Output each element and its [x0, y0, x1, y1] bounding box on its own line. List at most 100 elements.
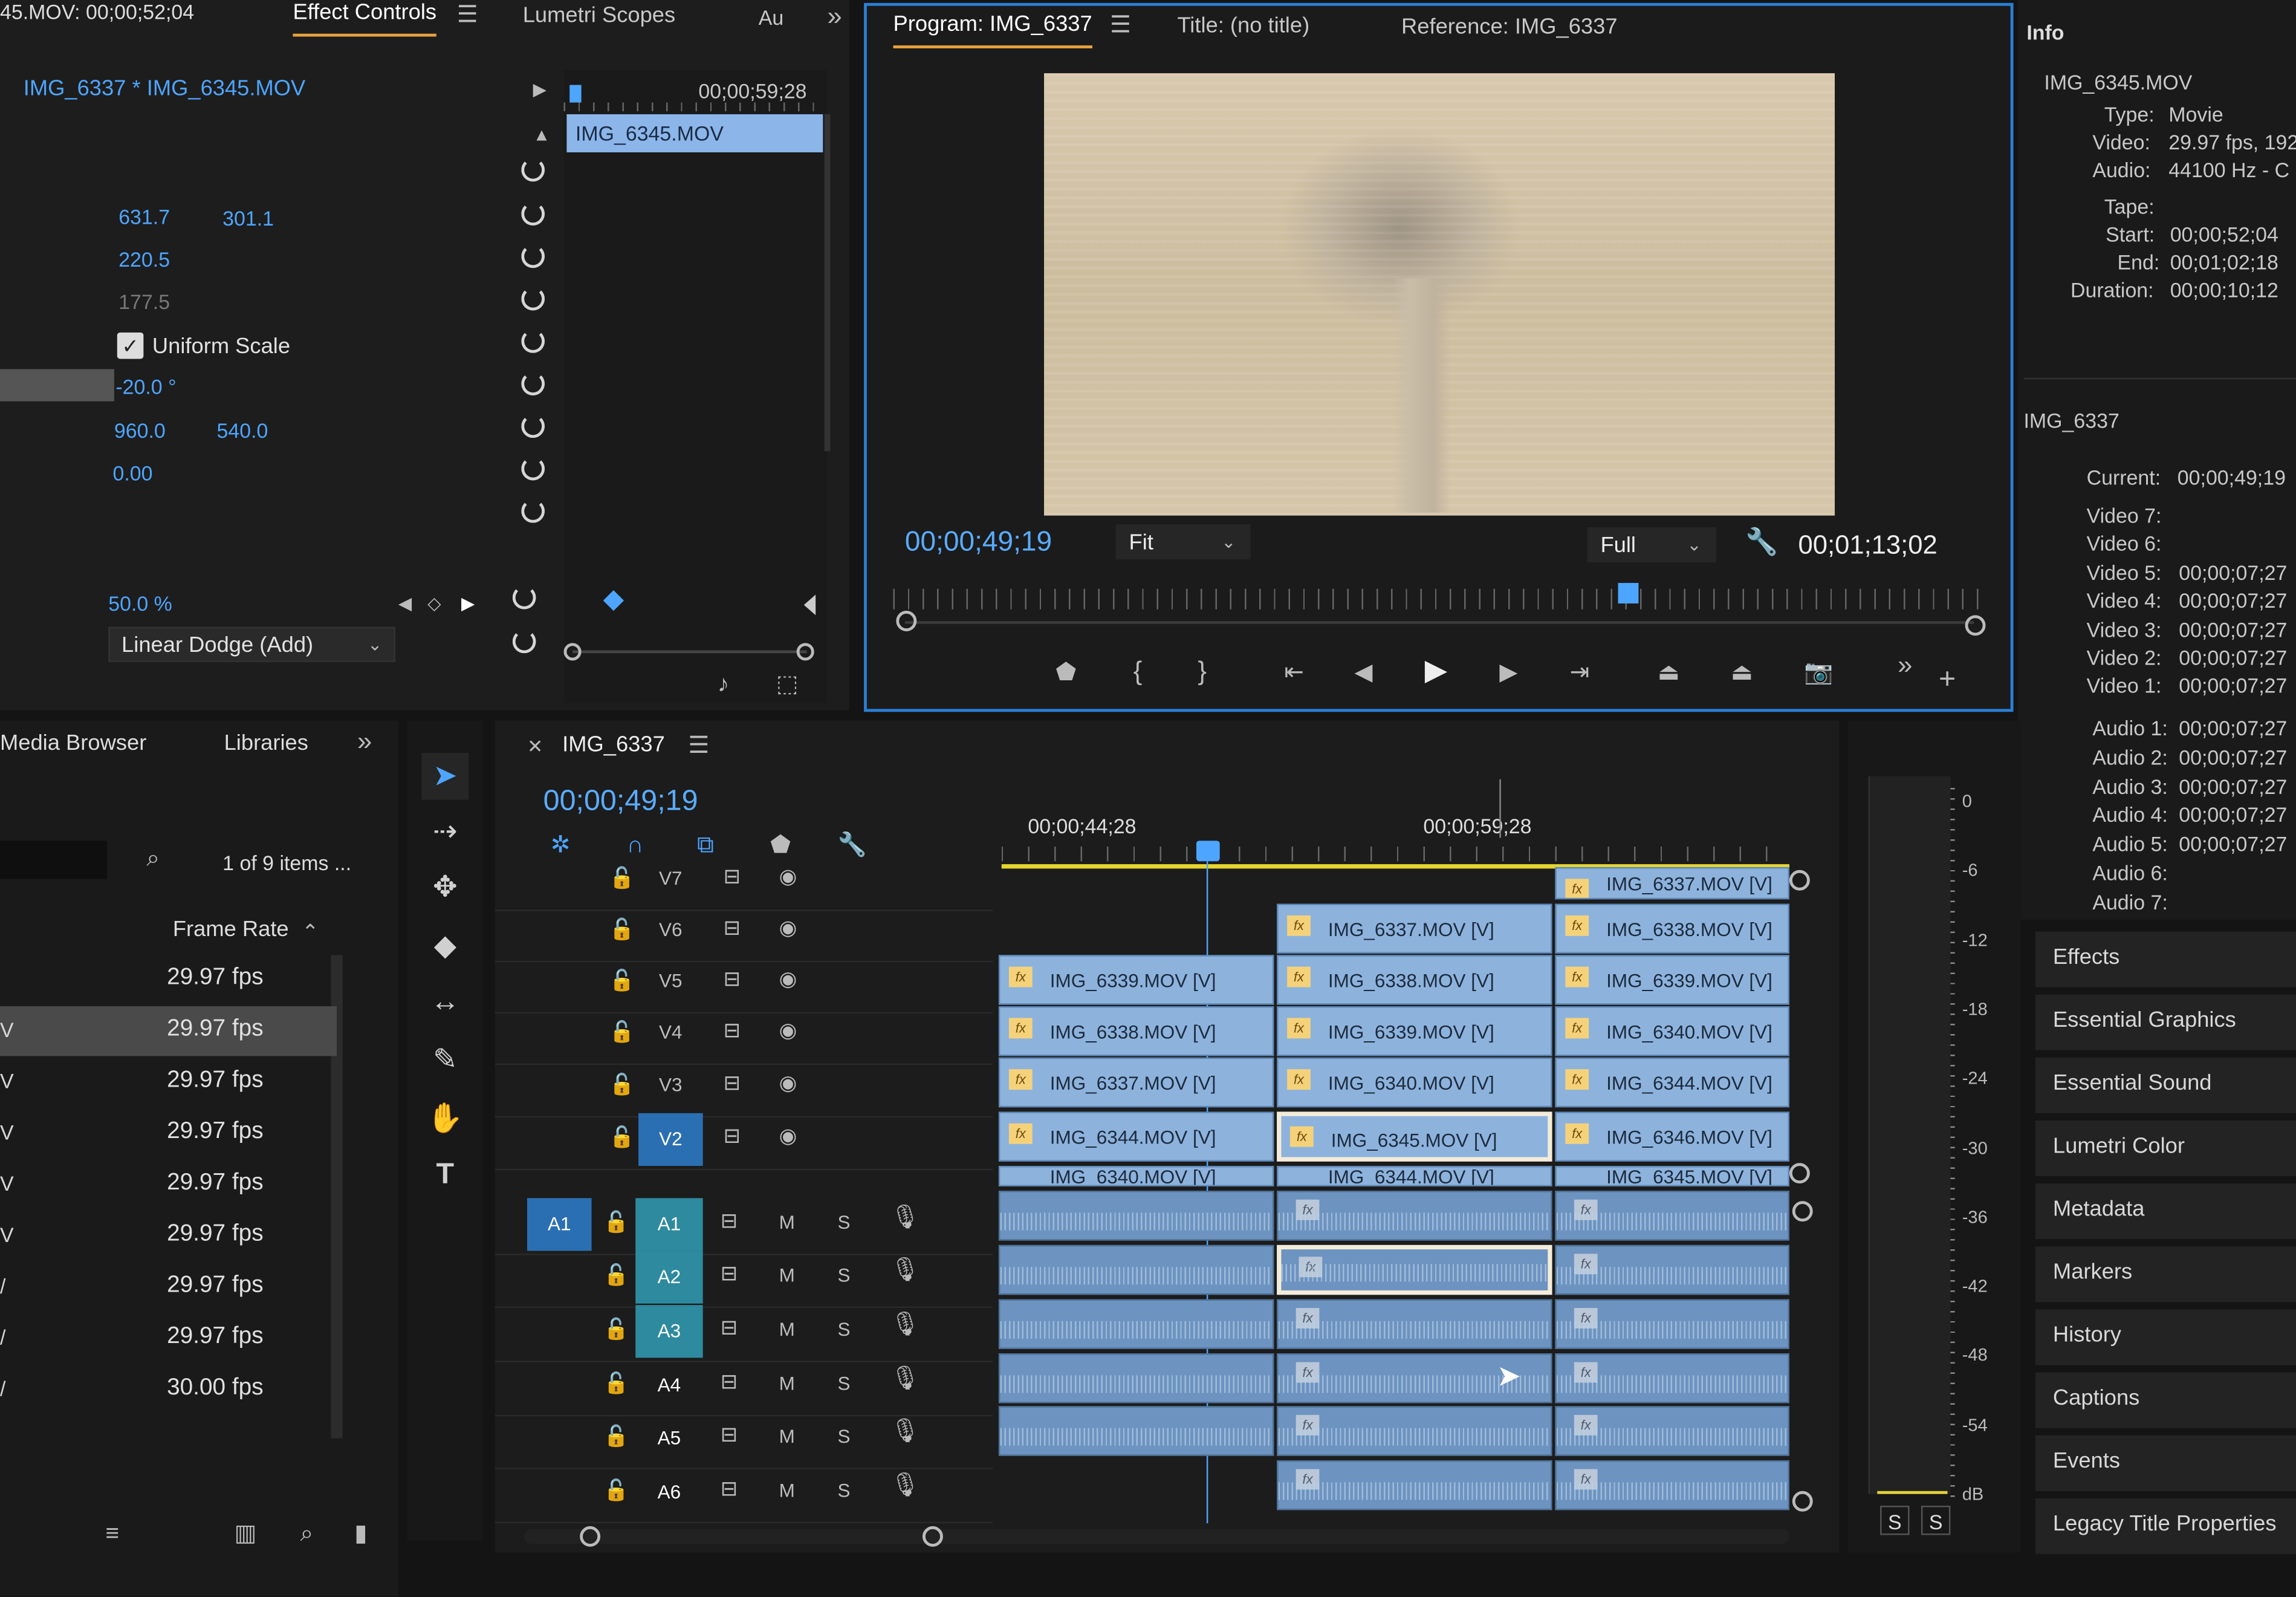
- audio-track-label[interactable]: A3: [635, 1305, 703, 1358]
- next-keyframe-icon[interactable]: ▶: [461, 592, 475, 616]
- project-row[interactable]: V 29.97 fps: [0, 1006, 337, 1056]
- magnet-icon[interactable]: ∩: [627, 834, 644, 859]
- reset-icon[interactable]: [521, 414, 545, 438]
- video-clip[interactable]: fx IMG_6339.MOV [V]: [998, 955, 1274, 1005]
- lock-icon[interactable]: 🔓: [603, 1210, 629, 1234]
- blend-mode-select[interactable]: Linear Dodge (Add) ⌄: [108, 626, 395, 662]
- lock-icon[interactable]: 🔓: [603, 1371, 629, 1394]
- selection-tool-icon[interactable]: ➤: [421, 753, 469, 800]
- track-end-handle[interactable]: [1789, 870, 1810, 891]
- film-strip-icon[interactable]: ⊟: [721, 1370, 738, 1393]
- lock-icon[interactable]: 🔓: [609, 1125, 635, 1148]
- audio-clip[interactable]: fx: [1555, 1353, 1789, 1403]
- audio-clip[interactable]: [998, 1191, 1274, 1241]
- audio-track-label[interactable]: A2: [635, 1251, 703, 1304]
- add-button-icon[interactable]: +: [1939, 665, 1956, 694]
- project-row[interactable]: V 29.97 fps: [0, 1211, 337, 1261]
- timeline-zoom-right[interactable]: [922, 1526, 943, 1547]
- lock-icon[interactable]: 🔓: [603, 1478, 629, 1501]
- track-end-handle[interactable]: [1792, 1491, 1813, 1512]
- close-icon[interactable]: ✕: [527, 735, 543, 759]
- hamburger-icon[interactable]: ☰: [1110, 14, 1131, 38]
- ec-zoom-handle-right[interactable]: [796, 643, 814, 661]
- solo-button[interactable]: S: [837, 1318, 850, 1340]
- audio-track-label[interactable]: A5: [635, 1412, 702, 1465]
- video-clip[interactable]: fx IMG_6344.MOV [V]: [998, 1111, 1274, 1162]
- position-y-value[interactable]: 301.1: [222, 207, 274, 230]
- program-video-frame[interactable]: [1044, 73, 1835, 516]
- solo-button[interactable]: S: [837, 1479, 850, 1501]
- video-clip[interactable]: fx IMG_6337.MOV [V]: [998, 1057, 1274, 1108]
- tab-title[interactable]: Title: (no title): [1177, 13, 1309, 38]
- video-clip[interactable]: fx IMG_6338.MOV [V]: [1277, 955, 1552, 1005]
- film-strip-icon[interactable]: ⊟: [721, 1477, 738, 1500]
- tab-audio[interactable]: Au: [759, 6, 783, 30]
- audio-clip[interactable]: fx: [1555, 1299, 1789, 1349]
- project-row[interactable]: V 29.97 fps: [0, 1160, 337, 1209]
- eye-icon[interactable]: ◉: [779, 1018, 797, 1041]
- tab-program[interactable]: Program: IMG_6337: [893, 11, 1092, 48]
- reset-icon[interactable]: [521, 329, 545, 353]
- project-row[interactable]: V 29.97 fps: [0, 1058, 337, 1107]
- video-clip[interactable]: fx IMG_6337.MOV [V]: [1277, 903, 1552, 954]
- reset-icon[interactable]: [521, 158, 545, 182]
- lock-icon[interactable]: 🔓: [609, 1020, 635, 1043]
- right-panel-item[interactable]: Captions: [2035, 1372, 2296, 1428]
- timeline-current-time[interactable]: 00;00;49;19: [543, 785, 698, 819]
- mic-icon[interactable]: 🎙: [890, 1313, 920, 1338]
- mute-button[interactable]: M: [779, 1373, 795, 1394]
- project-row[interactable]: V 29.97 fps: [0, 1109, 337, 1159]
- lock-icon[interactable]: 🔓: [603, 1317, 629, 1341]
- film-strip-icon[interactable]: ⊟: [724, 1071, 741, 1094]
- ec-zoom-bar[interactable]: [572, 650, 807, 654]
- hamburger-icon[interactable]: ☰: [457, 4, 478, 28]
- tab-lumetri-scopes[interactable]: Lumetri Scopes: [523, 3, 675, 28]
- audio-clip[interactable]: fx: [1277, 1191, 1552, 1241]
- right-panel-item[interactable]: Metadata: [2035, 1183, 2296, 1240]
- mic-icon[interactable]: 🎙: [890, 1259, 920, 1283]
- keyframe-diamond[interactable]: [603, 590, 624, 611]
- extract-icon[interactable]: ⏏: [1731, 662, 1753, 686]
- collapse-up-icon[interactable]: ▲: [533, 123, 551, 146]
- eye-icon[interactable]: ◉: [779, 967, 797, 990]
- scale-value[interactable]: 220.5: [118, 247, 170, 271]
- tab-effect-controls[interactable]: Effect Controls: [293, 0, 437, 37]
- program-zoom-left[interactable]: [896, 611, 917, 631]
- track-select-icon[interactable]: ⇢: [422, 808, 469, 856]
- tab-media-browser[interactable]: Media Browser: [0, 731, 146, 756]
- panel-overflow-icon[interactable]: »: [828, 3, 842, 30]
- reset-icon[interactable]: [512, 629, 536, 654]
- project-row[interactable]: / 29.97 fps: [0, 1263, 337, 1312]
- list-view-icon[interactable]: ≡: [105, 1523, 119, 1547]
- mute-button[interactable]: M: [779, 1211, 795, 1233]
- program-ruler[interactable]: [893, 588, 1985, 610]
- mic-icon[interactable]: 🎙: [890, 1420, 920, 1445]
- go-to-in-icon[interactable]: ⇤: [1284, 662, 1303, 686]
- wrench-icon[interactable]: 🔧: [1745, 529, 1778, 555]
- mic-icon[interactable]: 🎙: [890, 1367, 920, 1391]
- right-panel-item[interactable]: Essential Sound: [2035, 1057, 2296, 1113]
- ec-playhead[interactable]: [569, 85, 582, 103]
- solo-right-button[interactable]: S: [1921, 1506, 1951, 1535]
- position-x-value[interactable]: 631.7: [118, 205, 170, 229]
- mute-button[interactable]: M: [779, 1318, 795, 1340]
- sort-asc-icon[interactable]: ⌃: [302, 920, 319, 943]
- tab-reference[interactable]: Reference: IMG_6337: [1401, 15, 1618, 39]
- hand-icon[interactable]: ✋: [422, 1096, 469, 1143]
- video-clip[interactable]: fx IMG_6338.MOV [V]: [998, 1006, 1274, 1056]
- timeline-playhead-handle[interactable]: [1196, 841, 1220, 862]
- project-row[interactable]: 29.97 fps: [0, 955, 337, 1004]
- audio-clip[interactable]: [998, 1299, 1274, 1349]
- clip-breadcrumb[interactable]: IMG_6337 * IMG_6345.MOV: [24, 76, 306, 101]
- play-icon[interactable]: ▶: [1425, 656, 1447, 685]
- add-keyframe-icon[interactable]: ◇: [427, 592, 441, 616]
- opacity-value[interactable]: 50.0 %: [108, 592, 172, 616]
- video-track-label[interactable]: V3: [659, 1073, 683, 1095]
- program-playhead[interactable]: [1618, 583, 1639, 603]
- reset-icon[interactable]: [521, 244, 545, 268]
- mic-icon[interactable]: 🎙: [890, 1206, 920, 1231]
- quality-select[interactable]: Full ⌄: [1587, 527, 1716, 563]
- sequence-tab[interactable]: IMG_6337: [562, 732, 665, 757]
- video-track-label[interactable]: V4: [659, 1021, 683, 1042]
- timeline-scroll-bar[interactable]: [524, 1529, 1789, 1544]
